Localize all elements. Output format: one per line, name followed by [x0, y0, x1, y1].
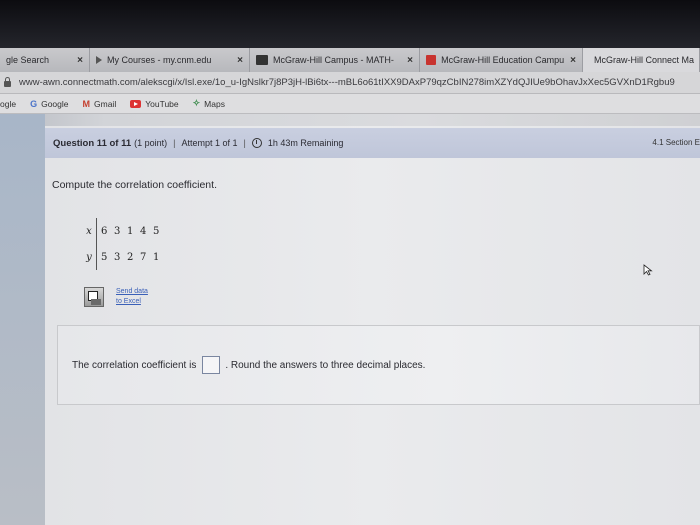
attempt-count: Attempt 1 of 1	[181, 138, 238, 148]
x-label: x	[86, 225, 92, 237]
bookmark-label: Gmail	[94, 98, 117, 109]
play-icon	[96, 56, 102, 64]
y-value: 1	[153, 251, 160, 263]
x-value: 6	[101, 225, 108, 237]
bookmark-ogle[interactable]: ogle	[0, 99, 16, 109]
left-sidebar	[0, 114, 45, 525]
address-bar[interactable]: www-awn.connectmath.com/alekscgi/x/Isl.e…	[0, 72, 700, 94]
separator: |	[243, 138, 246, 148]
url-text[interactable]: www-awn.connectmath.com/alekscgi/x/Isl.e…	[19, 77, 675, 88]
close-icon[interactable]: ×	[231, 55, 243, 66]
x-value: 5	[153, 225, 160, 237]
excel-link-text[interactable]: Send data to Excel	[116, 287, 148, 307]
y-value: 7	[140, 251, 147, 263]
bookmark-label: Google	[41, 98, 69, 109]
answer-line: The correlation coefficient is . Round t…	[72, 356, 425, 374]
close-icon[interactable]: ×	[71, 55, 83, 66]
section-label[interactable]: 4.1 Section E	[652, 138, 700, 147]
bookmark-label: Maps	[204, 98, 225, 109]
page-area	[0, 114, 700, 525]
y-label: y	[86, 251, 92, 263]
tab-label: McGraw-Hill Campus - MATH-	[273, 55, 394, 65]
youtube-icon	[130, 99, 142, 108]
google-icon: G	[30, 98, 38, 109]
time-remaining: 1h 43m Remaining	[267, 138, 344, 148]
tab-label: gle Search	[6, 55, 50, 65]
x-values: 6 3 1 4 5	[96, 218, 182, 244]
y-value: 3	[114, 251, 121, 263]
mcgraw-hill-education-icon	[426, 55, 437, 65]
close-icon[interactable]: ×	[564, 55, 576, 66]
bookmarks-bar: ogle G Google M Gmail YouTube ✧ Maps	[0, 94, 700, 114]
data-table: x 6 3 1 4 5 y 5 3 2 7 1	[82, 218, 182, 270]
answer-label: The correlation coefficient is	[72, 359, 197, 371]
correlation-answer-input[interactable]	[202, 356, 221, 374]
x-value: 4	[140, 225, 147, 237]
x-value: 3	[114, 225, 121, 237]
close-icon[interactable]: ×	[401, 55, 413, 66]
bookmark-google[interactable]: G Google	[30, 99, 68, 109]
tab-label: McGraw-Hill Connect Ma	[594, 55, 695, 65]
gmail-icon: M	[82, 98, 91, 109]
tab-my-courses[interactable]: My Courses - my.cnm.edu ×	[90, 48, 250, 72]
y-value: 5	[101, 251, 108, 263]
excel-link-line1[interactable]: Send data	[116, 288, 148, 295]
x-value: 1	[127, 225, 134, 237]
table-row-y: y 5 3 2 7 1	[82, 244, 182, 270]
separator: |	[173, 138, 176, 148]
bookmark-gmail[interactable]: M Gmail	[83, 99, 117, 109]
clock-icon	[251, 138, 262, 148]
tab-mcgraw-hill-campus[interactable]: McGraw-Hill Campus - MATH- ×	[250, 48, 420, 72]
question-number: Question 11 of 11	[53, 137, 132, 149]
mouse-cursor-icon	[643, 264, 653, 276]
excel-icon[interactable]	[84, 287, 104, 307]
excel-link-line2[interactable]: to Excel	[116, 298, 141, 305]
bookmark-label: YouTube	[145, 98, 179, 109]
question-header: Question 11 of 11 (1 point) | Attempt 1 …	[45, 128, 700, 158]
send-data-to-excel-link[interactable]: Send data to Excel	[84, 287, 148, 307]
rounding-instruction: . Round the answers to three decimal pla…	[225, 359, 426, 371]
lock-icon	[4, 77, 11, 87]
browser-tab-strip: gle Search × My Courses - my.cnm.edu × M…	[0, 48, 700, 72]
tab-mcgraw-hill-education[interactable]: McGraw-Hill Education Campu ×	[420, 48, 583, 72]
tab-mcgraw-hill-connect[interactable]: McGraw-Hill Connect Ma	[583, 48, 700, 72]
y-value: 2	[127, 251, 134, 263]
bookmark-maps[interactable]: ✧ Maps	[193, 98, 225, 109]
tab-google-search[interactable]: gle Search ×	[0, 48, 90, 72]
question-prompt: Compute the correlation coefficient.	[52, 179, 217, 191]
screen-bezel	[0, 0, 700, 48]
mcgraw-hill-icon	[256, 55, 268, 65]
bookmark-youtube[interactable]: YouTube	[130, 98, 179, 109]
bookmark-label: ogle	[0, 98, 17, 109]
tab-label: McGraw-Hill Education Campu	[441, 55, 565, 65]
tab-label: My Courses - my.cnm.edu	[107, 55, 212, 65]
table-row-x: x 6 3 1 4 5	[82, 218, 182, 244]
question-points: (1 point)	[134, 138, 168, 148]
y-values: 5 3 2 7 1	[96, 244, 182, 270]
maps-icon: ✧	[192, 98, 201, 108]
